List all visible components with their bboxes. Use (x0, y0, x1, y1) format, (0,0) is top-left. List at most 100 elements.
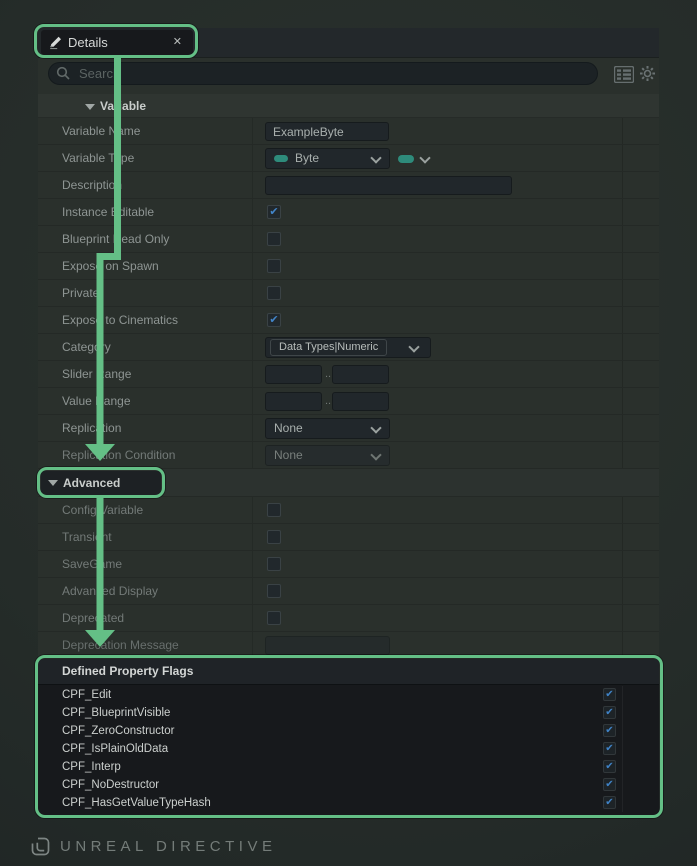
property-label: Deprecated (62, 605, 124, 631)
property-label: Advanced Display (62, 578, 158, 604)
row-private: Private (38, 280, 659, 307)
edit-pencil-icon (48, 35, 63, 50)
flag-name: CPF_Edit (62, 686, 111, 704)
category-combobox[interactable]: Data Types|Numeric (265, 337, 431, 358)
flag-checkbox[interactable]: ✔ (603, 688, 616, 701)
section-header-variable[interactable]: Variable (38, 94, 659, 118)
container-type-pill-icon[interactable] (398, 155, 414, 163)
property-label: Replication (62, 415, 121, 441)
search-icon (56, 66, 71, 81)
category-value: Data Types|Numeric (270, 339, 387, 356)
flag-name: CPF_NoDestructor (62, 776, 159, 794)
row-deprecation-message: Deprecation Message (38, 632, 659, 659)
flag-name: CPF_HasGetValueTypeHash (62, 794, 211, 812)
replication-dropdown[interactable]: None (265, 418, 390, 439)
row-savegame: SaveGame (38, 551, 659, 578)
instance-editable-checkbox[interactable]: ✔ (267, 205, 281, 219)
value-range-max-field[interactable] (332, 392, 389, 411)
flag-checkbox[interactable]: ✔ (603, 778, 616, 791)
section-title: Advanced (63, 471, 120, 495)
check-icon: ✔ (604, 761, 615, 772)
flag-row: CPF_NoDestructor ✔ (38, 776, 659, 794)
property-label: Expose on Spawn (62, 253, 159, 279)
flag-checkbox[interactable]: ✔ (603, 706, 616, 719)
row-config-variable: Config Variable (38, 497, 659, 524)
check-icon: ✔ (268, 206, 280, 218)
property-label: Variable Name (62, 118, 140, 144)
flag-row: CPF_BlueprintVisible ✔ (38, 704, 659, 722)
property-label: Value Range (62, 388, 131, 414)
property-label: Expose to Cinematics (62, 307, 178, 333)
replication-value: None (274, 419, 303, 438)
expose-to-cinematics-checkbox[interactable]: ✔ (267, 313, 281, 327)
brand-name: UNREAL DIRECTIVE (60, 838, 276, 855)
settings-gear-icon[interactable] (638, 64, 657, 83)
chevron-down-icon[interactable] (419, 152, 430, 163)
row-variable-type: Variable Type Byte (38, 145, 659, 172)
flag-row: CPF_HasGetValueTypeHash ✔ (38, 794, 659, 812)
display-filter-icon[interactable] (614, 66, 634, 83)
deprecated-checkbox[interactable] (267, 611, 281, 625)
range-separator: .. (325, 361, 331, 388)
savegame-checkbox[interactable] (267, 557, 281, 571)
byte-type-pill-icon (274, 155, 288, 162)
advanced-display-checkbox[interactable] (267, 584, 281, 598)
chevron-down-icon (408, 341, 419, 352)
collapse-arrow-icon (85, 104, 95, 110)
property-label: Config Variable (62, 497, 143, 523)
close-icon[interactable]: ✕ (173, 35, 182, 49)
slider-range-max-field[interactable] (332, 365, 389, 384)
page: Details ✕ Variable Variable Name Variabl… (0, 0, 697, 866)
expose-on-spawn-checkbox[interactable] (267, 259, 281, 273)
flag-row: CPF_ZeroConstructor ✔ (38, 722, 659, 740)
search-input[interactable] (48, 62, 598, 85)
replication-condition-value: None (274, 446, 303, 465)
range-separator: .. (325, 388, 331, 415)
check-icon: ✔ (604, 707, 615, 718)
row-variable-name: Variable Name (38, 118, 659, 145)
config-variable-checkbox[interactable] (267, 503, 281, 517)
property-label: Deprecation Message (62, 632, 179, 658)
property-label: Slider Range (62, 361, 131, 387)
row-value-range: Value Range .. (38, 388, 659, 415)
advanced-header-plate[interactable]: Advanced (41, 471, 161, 495)
value-range-min-field[interactable] (265, 392, 322, 411)
variable-type-dropdown[interactable]: Byte (265, 148, 390, 169)
flag-name: CPF_Interp (62, 758, 121, 776)
property-label: Replication Condition (62, 442, 175, 468)
row-description: Description (38, 172, 659, 199)
flag-name: CPF_BlueprintVisible (62, 704, 170, 722)
variable-name-field[interactable] (265, 122, 389, 141)
variable-type-value: Byte (295, 149, 319, 168)
row-slider-range: Slider Range .. (38, 361, 659, 388)
section-title: Variable (100, 94, 146, 118)
flag-checkbox[interactable]: ✔ (603, 796, 616, 809)
flag-checkbox[interactable]: ✔ (603, 760, 616, 773)
property-label: Variable Type (62, 145, 134, 171)
row-replication-condition: Replication Condition None (38, 442, 659, 469)
row-blueprint-read-only: Blueprint Read Only (38, 226, 659, 253)
deprecation-message-field[interactable] (265, 636, 390, 655)
collapse-arrow-icon (48, 480, 58, 486)
check-icon: ✔ (604, 797, 615, 808)
row-category: Category Data Types|Numeric (38, 334, 659, 361)
row-replication: Replication None (38, 415, 659, 442)
replication-condition-dropdown[interactable]: None (265, 445, 390, 466)
flag-name: CPF_IsPlainOldData (62, 740, 168, 758)
transient-checkbox[interactable] (267, 530, 281, 544)
description-field[interactable] (265, 176, 512, 195)
blueprint-read-only-checkbox[interactable] (267, 232, 281, 246)
chevron-down-icon (370, 449, 381, 460)
row-expose-on-spawn: Expose on Spawn (38, 253, 659, 280)
property-label: Private (62, 280, 99, 306)
flag-checkbox[interactable]: ✔ (603, 724, 616, 737)
check-icon: ✔ (604, 779, 615, 790)
flag-checkbox[interactable]: ✔ (603, 742, 616, 755)
flag-row: CPF_Interp ✔ (38, 758, 659, 776)
tab-details[interactable]: Details ✕ (41, 30, 193, 55)
private-checkbox[interactable] (267, 286, 281, 300)
unreal-directive-logo-icon (29, 835, 52, 858)
property-label: Blueprint Read Only (62, 226, 169, 252)
slider-range-min-field[interactable] (265, 365, 322, 384)
check-icon: ✔ (604, 743, 615, 754)
